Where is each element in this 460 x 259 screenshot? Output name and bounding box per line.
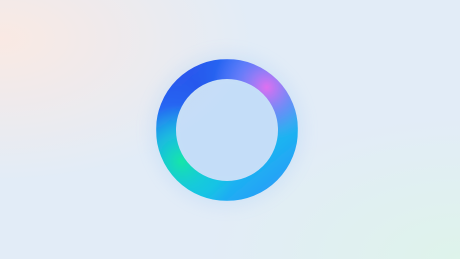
ring-shape	[156, 59, 298, 201]
gradient-ring-icon	[142, 45, 312, 215]
splash-screen	[0, 0, 460, 259]
